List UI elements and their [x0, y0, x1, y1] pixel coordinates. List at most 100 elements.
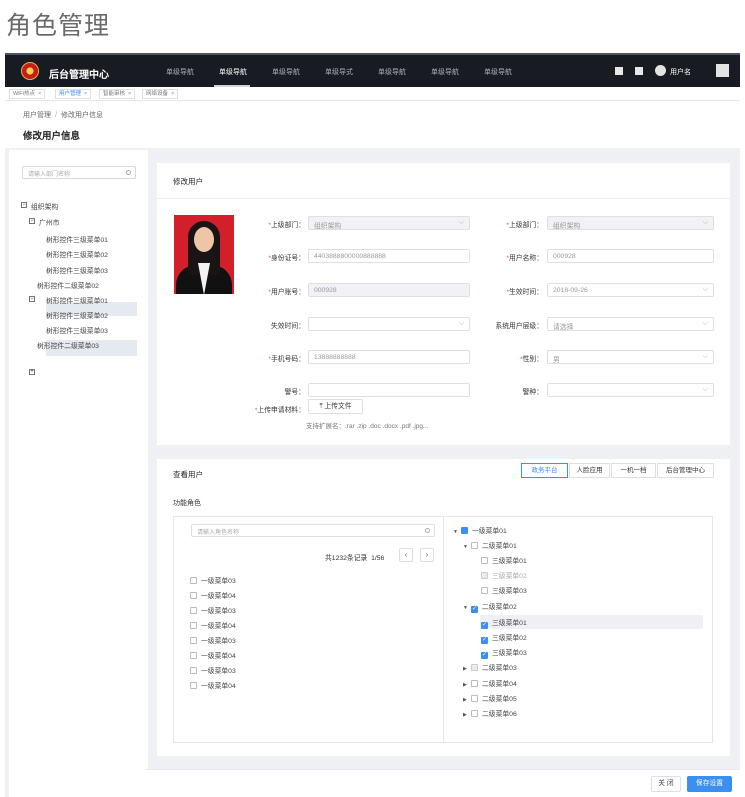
tree-node[interactable]: 树形控件三级菜单01	[46, 234, 108, 244]
list-item[interactable]: 一级菜单03	[190, 665, 236, 675]
breadcrumb-parent[interactable]: 用户管理	[23, 112, 51, 119]
nav-item[interactable]: 单级导航	[431, 67, 459, 77]
tree-node[interactable]: 树形控件二级菜单02	[37, 280, 99, 290]
tab-network[interactable]: 网络设备 ×	[142, 89, 179, 99]
tree-node-checked[interactable]: ✓ 三级菜单02	[481, 632, 527, 644]
avatar[interactable]	[655, 65, 666, 76]
tab-face-app[interactable]: 人脸应用	[569, 463, 610, 478]
list-item[interactable]: 一级菜单04	[190, 650, 236, 660]
tab-user-management[interactable]: 用户管理 ×	[55, 89, 92, 99]
tree-node[interactable]: 三级菜单01	[481, 555, 527, 565]
dept-search-input[interactable]: 请输入部门名称	[22, 166, 136, 179]
tree-node[interactable]: 树形控件三级菜单01	[46, 295, 108, 305]
tree-node[interactable]: ▶ 二级菜单06	[463, 708, 517, 718]
nav-item-active[interactable]: 单级导航	[219, 67, 247, 77]
id-card-input[interactable]: 4403888800000888888	[308, 249, 470, 263]
nav-item[interactable]: 单级导航	[378, 67, 406, 77]
page-title: 角色管理	[6, 11, 111, 40]
field-label: *生效时间：	[506, 289, 543, 296]
close-icon[interactable]: ×	[84, 91, 87, 97]
tree-node-checked[interactable]: ✓ 三级菜单03	[481, 647, 527, 659]
phone-input[interactable]: 13888888888	[308, 350, 470, 364]
upload-file-button[interactable]: ⤒ 上传文件	[308, 399, 363, 414]
tree-node[interactable]: ▼ 二级菜单01	[463, 540, 517, 550]
caret-right-icon: ▶	[463, 697, 467, 703]
collapse-icon[interactable]: −	[29, 218, 35, 224]
close-icon[interactable]: ×	[128, 91, 131, 97]
message-icon[interactable]	[615, 67, 623, 75]
tree-node[interactable]: 树形控件三级菜单02	[46, 249, 108, 259]
list-item[interactable]: 一级菜单03	[190, 605, 236, 615]
collapse-icon[interactable]: −	[29, 296, 35, 302]
search-icon[interactable]	[126, 170, 131, 175]
role-search-input[interactable]: 请输入角色名称	[191, 524, 435, 537]
tree-node[interactable]: 广州市	[39, 217, 59, 227]
expire-date-picker[interactable]: ⌵	[308, 317, 470, 331]
tab-one-device[interactable]: 一机一档	[611, 463, 656, 478]
field-label: 失效时间：	[271, 323, 305, 330]
tree-node[interactable]: 三级菜单03	[481, 585, 527, 595]
tree-node[interactable]: ▼ ✓ 二级菜单02	[463, 601, 517, 613]
field-label: 警种：	[522, 389, 543, 396]
gender-select[interactable]: 男 ⌵	[547, 350, 714, 364]
prev-page-button[interactable]: ‹	[399, 548, 413, 562]
nav-item[interactable]: 单级导航	[484, 67, 512, 77]
tree-node[interactable]: 树形控件三级菜单03	[46, 265, 108, 275]
police-type-select[interactable]: ⌵	[547, 383, 714, 397]
next-page-button[interactable]: ›	[420, 548, 434, 562]
tree-node[interactable]: 树形控件二级菜单03	[37, 340, 99, 350]
nav-item[interactable]: 单级导航	[272, 67, 300, 77]
list-item[interactable]: 一级菜单03	[190, 575, 236, 585]
tree-node[interactable]: ▶ 二级菜单04	[463, 678, 517, 688]
nav-item[interactable]: 单级导航	[166, 67, 194, 77]
save-button[interactable]: 保存设置	[687, 776, 732, 792]
tree-node[interactable]: 组织架构	[31, 201, 58, 211]
breadcrumb: 用户管理 / 修改用户信息	[23, 112, 103, 119]
menu-icon[interactable]	[716, 64, 729, 77]
chevron-down-icon: ⌵	[458, 320, 464, 327]
tree-node[interactable]: ▶ 二级菜单03	[463, 662, 517, 672]
field-label: 系统用户层级：	[495, 323, 543, 330]
username-input[interactable]: 000928	[547, 249, 714, 263]
account-input[interactable]: 000928	[308, 283, 470, 297]
list-item[interactable]: 一级菜单03	[190, 635, 236, 645]
close-button[interactable]: 关 闭	[651, 776, 681, 792]
field-label: 警号：	[284, 389, 305, 396]
search-icon[interactable]	[425, 528, 430, 533]
police-number-input[interactable]	[308, 383, 470, 397]
card-title: 修改用户	[173, 177, 203, 186]
tree-node-selected[interactable]: 树形控件三级菜单02	[46, 310, 108, 320]
tree-node[interactable]: ▼ 一级菜单01	[453, 525, 507, 535]
close-icon[interactable]: ×	[171, 91, 174, 97]
dept-select-right[interactable]: 组织架构 ⌵	[547, 216, 714, 230]
nav-item[interactable]: 单级导式	[325, 67, 353, 77]
expand-icon[interactable]: +	[29, 369, 35, 375]
list-item[interactable]: 一级菜单04	[190, 620, 236, 630]
effective-date-picker[interactable]: 2018-09-26 ⌵	[547, 283, 714, 297]
chevron-down-icon: ⌵	[458, 219, 464, 226]
tab-audit[interactable]: 智能审核 ×	[99, 89, 136, 99]
pagination-info: 共1232条记录 1/56	[325, 555, 385, 562]
tree-node-checked[interactable]: ✓ 三级菜单01	[481, 617, 527, 629]
tab-wifi[interactable]: WiFi热点 ×	[9, 89, 46, 99]
dept-sidebar: 请输入部门名称 − 组织架构 − 广州市 树形控件三级菜单01 树形控件三级菜单…	[9, 150, 148, 797]
role-transfer-box: 请输入角色名称 共1232条记录 1/56 ‹ › 一级菜单03 一级菜单04 …	[173, 516, 713, 743]
dept-select-left[interactable]: 组织架构 ⌵	[308, 216, 470, 230]
user-name[interactable]: 用户名	[670, 67, 691, 77]
user-level-select[interactable]: 请选择 ⌵	[547, 317, 714, 331]
caret-down-icon: ▼	[453, 529, 458, 535]
tree-node[interactable]: 树形控件三级菜单03	[46, 325, 108, 335]
field-label: *性别：	[519, 356, 543, 363]
close-icon[interactable]: ×	[38, 91, 41, 97]
tree-node[interactable]: ▶ 二级菜单05	[463, 693, 517, 703]
caret-down-icon: ▼	[463, 544, 468, 550]
notification-icon[interactable]	[635, 67, 643, 75]
tab-admin-center[interactable]: 后台管理中心	[657, 463, 714, 478]
tab-gov-platform[interactable]: 政务平台	[521, 463, 568, 478]
list-item[interactable]: 一级菜单04	[190, 590, 236, 600]
field-label: *用户账号：	[268, 289, 305, 296]
collapse-icon[interactable]: −	[21, 202, 27, 208]
police-badge-logo	[21, 62, 39, 80]
list-item[interactable]: 一级菜单04	[190, 680, 236, 690]
footer-bar: 关 闭 保存设置	[146, 769, 740, 797]
